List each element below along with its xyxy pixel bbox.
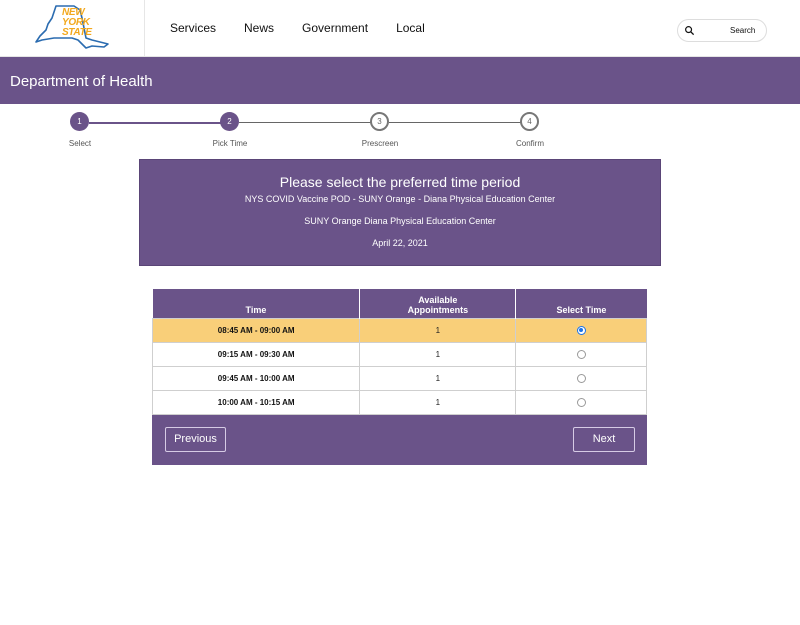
step-2-circle: 2 [220, 112, 239, 131]
appointment-info-box: Please select the preferred time period … [139, 159, 661, 266]
step-2-label: Pick Time [212, 139, 248, 148]
step-1-label: Select [68, 139, 92, 148]
slot-select-cell [515, 341, 647, 367]
previous-button[interactable]: Previous [165, 426, 226, 452]
slot-select-cell [515, 317, 647, 343]
table-header-row: Time Available Appointments Select Time [152, 289, 647, 318]
slot-radio[interactable] [576, 349, 586, 359]
slot-time: 09:45 AM - 10:00 AM [151, 365, 361, 391]
nav-government[interactable]: Government [302, 21, 368, 35]
department-title: Department of Health [10, 73, 153, 90]
table-row[interactable]: 10:00 AM - 10:15 AM 1 [151, 389, 647, 415]
header-time: Time [152, 289, 360, 318]
logo-line-state: STATE [62, 27, 92, 38]
time-selection-panel: Time Available Appointments Select Time … [151, 289, 647, 465]
department-banner: Department of Health [0, 57, 800, 104]
slot-radio[interactable] [576, 373, 586, 383]
slot-available: 1 [359, 341, 517, 367]
slot-radio[interactable] [576, 397, 586, 407]
slot-select-cell [515, 365, 647, 391]
nav-local[interactable]: Local [396, 21, 425, 35]
slot-select-cell [515, 389, 647, 415]
slot-time: 10:00 AM - 10:15 AM [151, 389, 361, 415]
step-4-circle: 4 [520, 112, 539, 131]
slot-time: 08:45 AM - 09:00 AM [151, 317, 361, 343]
step-1-circle: 1 [70, 112, 89, 131]
table-row[interactable]: 08:45 AM - 09:00 AM 1 [151, 317, 647, 343]
navigation-footer: Previous Next [152, 414, 647, 465]
next-button[interactable]: Next [573, 426, 635, 452]
search-button[interactable]: Search [677, 19, 767, 42]
info-location: SUNY Orange Diana Physical Education Cen… [304, 216, 496, 226]
nav-services[interactable]: Services [170, 21, 216, 35]
step-3-circle: 3 [370, 112, 389, 131]
step-3-label: Prescreen [361, 139, 399, 148]
step-connector-3 [389, 122, 521, 123]
header-available: Available Appointments [359, 289, 516, 318]
table-row[interactable]: 09:15 AM - 09:30 AM 1 [151, 341, 647, 367]
slot-available: 1 [359, 317, 517, 343]
ny-state-logo[interactable]: NEW YORK STATE [0, 0, 145, 57]
logo-wordmark: NEW YORK STATE [62, 8, 92, 38]
info-date: April 22, 2021 [372, 238, 428, 248]
info-pod-name: NYS COVID Vaccine POD - SUNY Orange - Di… [244, 194, 556, 204]
slot-time: 09:15 AM - 09:30 AM [151, 341, 361, 367]
slot-radio[interactable] [576, 325, 586, 335]
step-4-label: Confirm [515, 139, 544, 148]
nav-news[interactable]: News [244, 21, 274, 35]
search-label: Search [730, 26, 756, 35]
slot-available: 1 [359, 389, 517, 415]
top-header: NEW YORK STATE Services News Government … [0, 0, 800, 57]
time-slot-table: Time Available Appointments Select Time … [151, 289, 647, 415]
info-title: Please select the preferred time period [279, 174, 521, 190]
table-row[interactable]: 09:45 AM - 10:00 AM 1 [151, 365, 647, 391]
search-icon [685, 26, 695, 36]
slot-available: 1 [359, 365, 517, 391]
header-select-time: Select Time [515, 289, 647, 318]
main-nav: Services News Government Local [170, 21, 453, 35]
step-connector-1 [89, 122, 221, 124]
step-connector-2 [239, 122, 371, 123]
